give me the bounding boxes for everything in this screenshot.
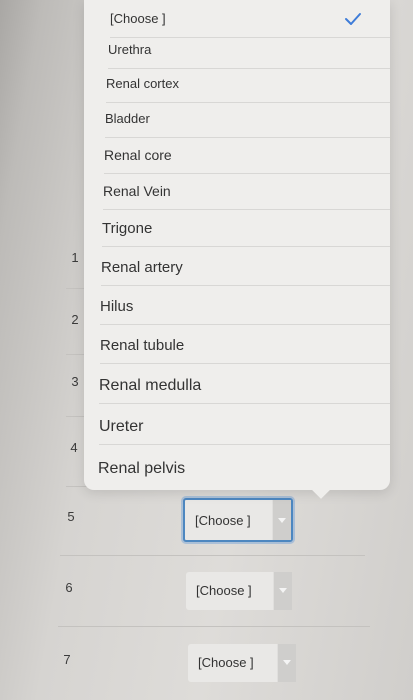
question-number: 2 [71, 312, 79, 327]
dropdown-option-label: Renal pelvis [98, 460, 186, 477]
question-number: 7 [63, 652, 71, 667]
dropdown-option-label: Bladder [105, 111, 150, 126]
question-number: 3 [71, 374, 79, 389]
answer-select-5[interactable]: [Choose ] [183, 498, 293, 542]
chevron-down-icon [278, 518, 286, 523]
dropdown-option[interactable]: Renal artery [84, 250, 390, 286]
dropdown-option-label: Renal cortex [106, 76, 179, 91]
option-separator [101, 285, 390, 286]
answer-select-6[interactable]: [Choose ] [186, 572, 292, 610]
option-separator [99, 444, 390, 445]
dropdown-option[interactable]: Trigone [84, 211, 390, 247]
dropdown-option[interactable]: Bladder [84, 102, 390, 138]
chevron-down-icon [279, 588, 287, 593]
dropdown-option-label: Ureter [99, 418, 144, 435]
question-number: 1 [71, 250, 79, 265]
dropdown-option-label: Hilus [100, 298, 134, 315]
dropdown-option[interactable]: Hilus [84, 289, 390, 325]
question-number: 6 [65, 580, 73, 595]
dropdown-option-label: Renal artery [101, 259, 183, 276]
option-separator [99, 403, 390, 404]
checkmark-icon [345, 13, 361, 25]
dropdown-option[interactable]: Urethra [84, 33, 390, 69]
dropdown-option[interactable]: Renal Vein [84, 174, 390, 210]
dropdown-option[interactable]: Renal medulla [84, 368, 390, 404]
select-arrow [273, 572, 292, 610]
row-divider [60, 555, 365, 556]
dropdown-option[interactable]: Ureter [84, 409, 390, 445]
select-arrow [272, 500, 291, 540]
chevron-down-icon [283, 660, 291, 665]
dropdown-option[interactable]: Renal cortex [84, 67, 390, 103]
dropdown-option-label: Renal tubule [100, 337, 185, 354]
dropdown-option[interactable]: Renal pelvis [84, 451, 390, 487]
select-arrow [277, 644, 296, 682]
dropdown-popover: [Choose ] Urethra Renal cortex Bladder Renal… [84, 0, 390, 499]
answer-select-value: [Choose ] [198, 655, 254, 670]
dropdown-option-label: Renal core [104, 147, 172, 163]
dropdown-option-label: [Choose ] [110, 11, 166, 26]
dropdown-option-label: Urethra [108, 42, 152, 57]
option-separator [100, 363, 390, 364]
option-separator [102, 246, 390, 247]
dropdown-option-label: Renal medulla [99, 377, 202, 394]
question-number: 4 [70, 440, 78, 455]
answer-select-value: [Choose ] [195, 513, 251, 528]
answer-select-value: [Choose ] [196, 583, 252, 598]
dropdown-option[interactable]: Renal tubule [84, 328, 390, 364]
dropdown-option-label: Trigone [102, 220, 153, 237]
question-number: 5 [67, 509, 75, 524]
answer-select-7[interactable]: [Choose ] [188, 644, 296, 682]
row-divider [58, 626, 370, 627]
option-separator [100, 324, 390, 325]
dropdown-option-label: Renal Vein [103, 183, 171, 199]
option-separator [103, 209, 390, 210]
dropdown-option[interactable]: Renal core [84, 138, 390, 174]
